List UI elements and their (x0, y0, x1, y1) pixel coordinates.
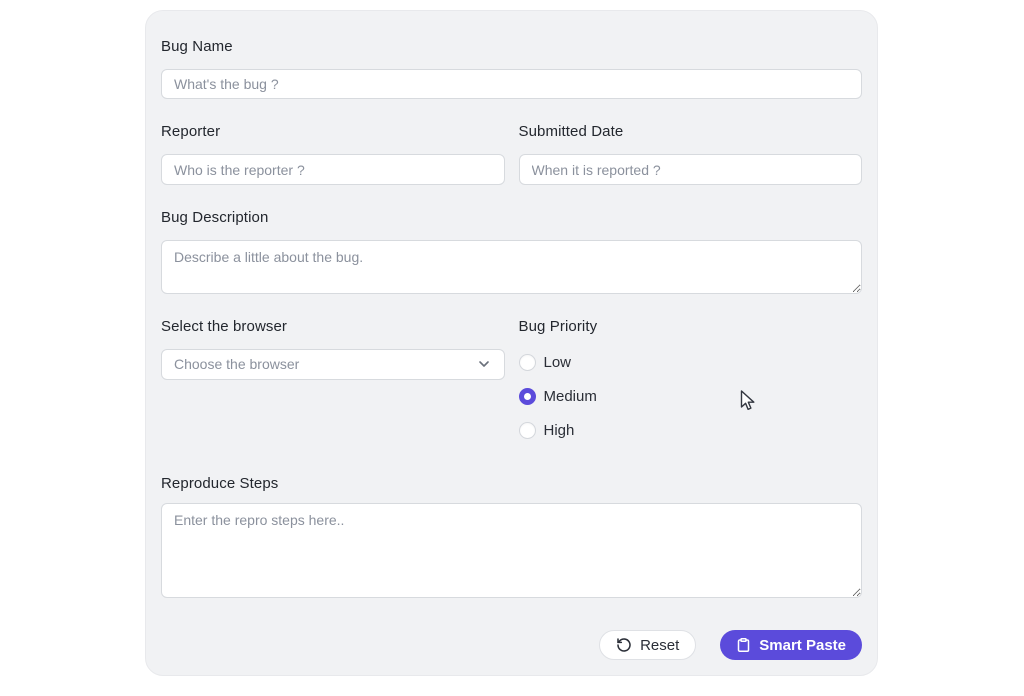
form-actions: Reset Smart Paste (161, 630, 862, 660)
browser-priority-row: Select the browser Choose the browser Bu… (161, 318, 862, 439)
bug-description-label: Bug Description (161, 209, 862, 227)
repro-steps-label: Reproduce Steps (161, 475, 862, 493)
bug-report-form: Bug Name Reporter Submitted Date Bug Des… (145, 10, 878, 676)
smart-paste-button[interactable]: Smart Paste (720, 630, 862, 660)
radio-icon (519, 388, 536, 405)
radio-label: High (544, 422, 575, 439)
browser-label: Select the browser (161, 318, 505, 336)
bug-name-input[interactable] (161, 69, 862, 99)
radio-label: Low (544, 354, 572, 371)
priority-option-low[interactable]: Low (519, 354, 863, 371)
repro-steps-textarea[interactable] (161, 503, 862, 598)
chevron-down-icon (476, 356, 492, 372)
browser-select-value: Choose the browser (174, 356, 299, 372)
reset-button[interactable]: Reset (599, 630, 696, 660)
reporter-field: Reporter (161, 123, 505, 185)
bug-name-label: Bug Name (161, 38, 862, 56)
reporter-input[interactable] (161, 154, 505, 185)
reporter-date-row: Reporter Submitted Date (161, 123, 862, 185)
priority-option-high[interactable]: High (519, 422, 863, 439)
smart-paste-button-label: Smart Paste (759, 637, 846, 654)
browser-select[interactable]: Choose the browser (161, 349, 505, 380)
priority-label: Bug Priority (519, 318, 863, 336)
rotate-ccw-icon (616, 637, 632, 653)
priority-radio-group: Low Medium High (519, 354, 863, 439)
browser-field: Select the browser Choose the browser (161, 318, 505, 439)
radio-label: Medium (544, 388, 597, 405)
bug-description-textarea[interactable] (161, 240, 862, 293)
reset-button-label: Reset (640, 637, 679, 654)
submitted-date-label: Submitted Date (519, 123, 863, 141)
submitted-date-input[interactable] (519, 154, 863, 185)
priority-option-medium[interactable]: Medium (519, 388, 863, 405)
reporter-label: Reporter (161, 123, 505, 141)
priority-field: Bug Priority Low Medium High (519, 318, 863, 439)
radio-icon (519, 422, 536, 439)
submitted-date-field: Submitted Date (519, 123, 863, 185)
radio-icon (519, 354, 536, 371)
clipboard-icon (736, 637, 751, 653)
